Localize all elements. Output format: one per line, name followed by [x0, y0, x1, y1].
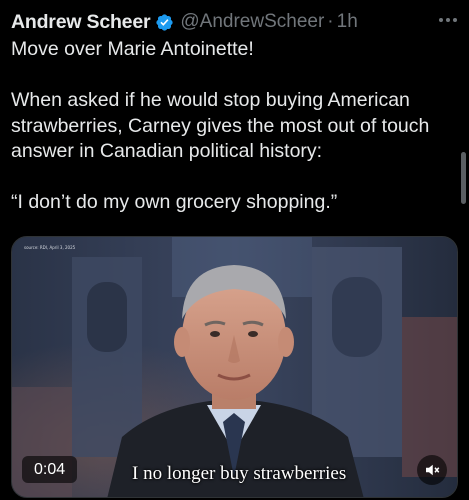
tweet-text: Move over Marie Antoinette! When asked i…: [11, 37, 456, 216]
more-options-button[interactable]: [439, 10, 457, 30]
volume-muted-icon: [426, 464, 440, 476]
tweet-text-line-1: Move over Marie Antoinette!: [11, 38, 254, 60]
video-subtitle: I no longer buy strawberries: [132, 463, 347, 484]
scrollbar-thumb[interactable]: [461, 152, 466, 204]
video-timestamp: 0:04: [22, 456, 78, 483]
mute-button[interactable]: [417, 455, 447, 485]
video-source-caption: source: RDI, April 3, 2025: [24, 245, 76, 250]
tweet-time[interactable]: 1h: [337, 11, 358, 33]
author-handle[interactable]: @AndrewScheer: [180, 11, 324, 33]
separator-dot: ·: [327, 11, 334, 32]
video-player[interactable]: source: RDI, April 3, 2025 I no longer b…: [11, 236, 458, 498]
tweet-text-paragraph-2: When asked if he would stop buying Ameri…: [11, 89, 430, 162]
tweet-header: Andrew Scheer @AndrewScheer · 1h: [11, 8, 358, 36]
author-display-name[interactable]: Andrew Scheer: [11, 11, 151, 34]
verified-badge-icon: [155, 13, 174, 32]
tweet-text-quote: “I don’t do my own grocery shopping.”: [11, 191, 338, 213]
more-horizontal-icon: [439, 18, 443, 22]
video-frame: [12, 237, 457, 497]
tweet[interactable]: Andrew Scheer @AndrewScheer · 1h Move ov…: [0, 0, 469, 500]
